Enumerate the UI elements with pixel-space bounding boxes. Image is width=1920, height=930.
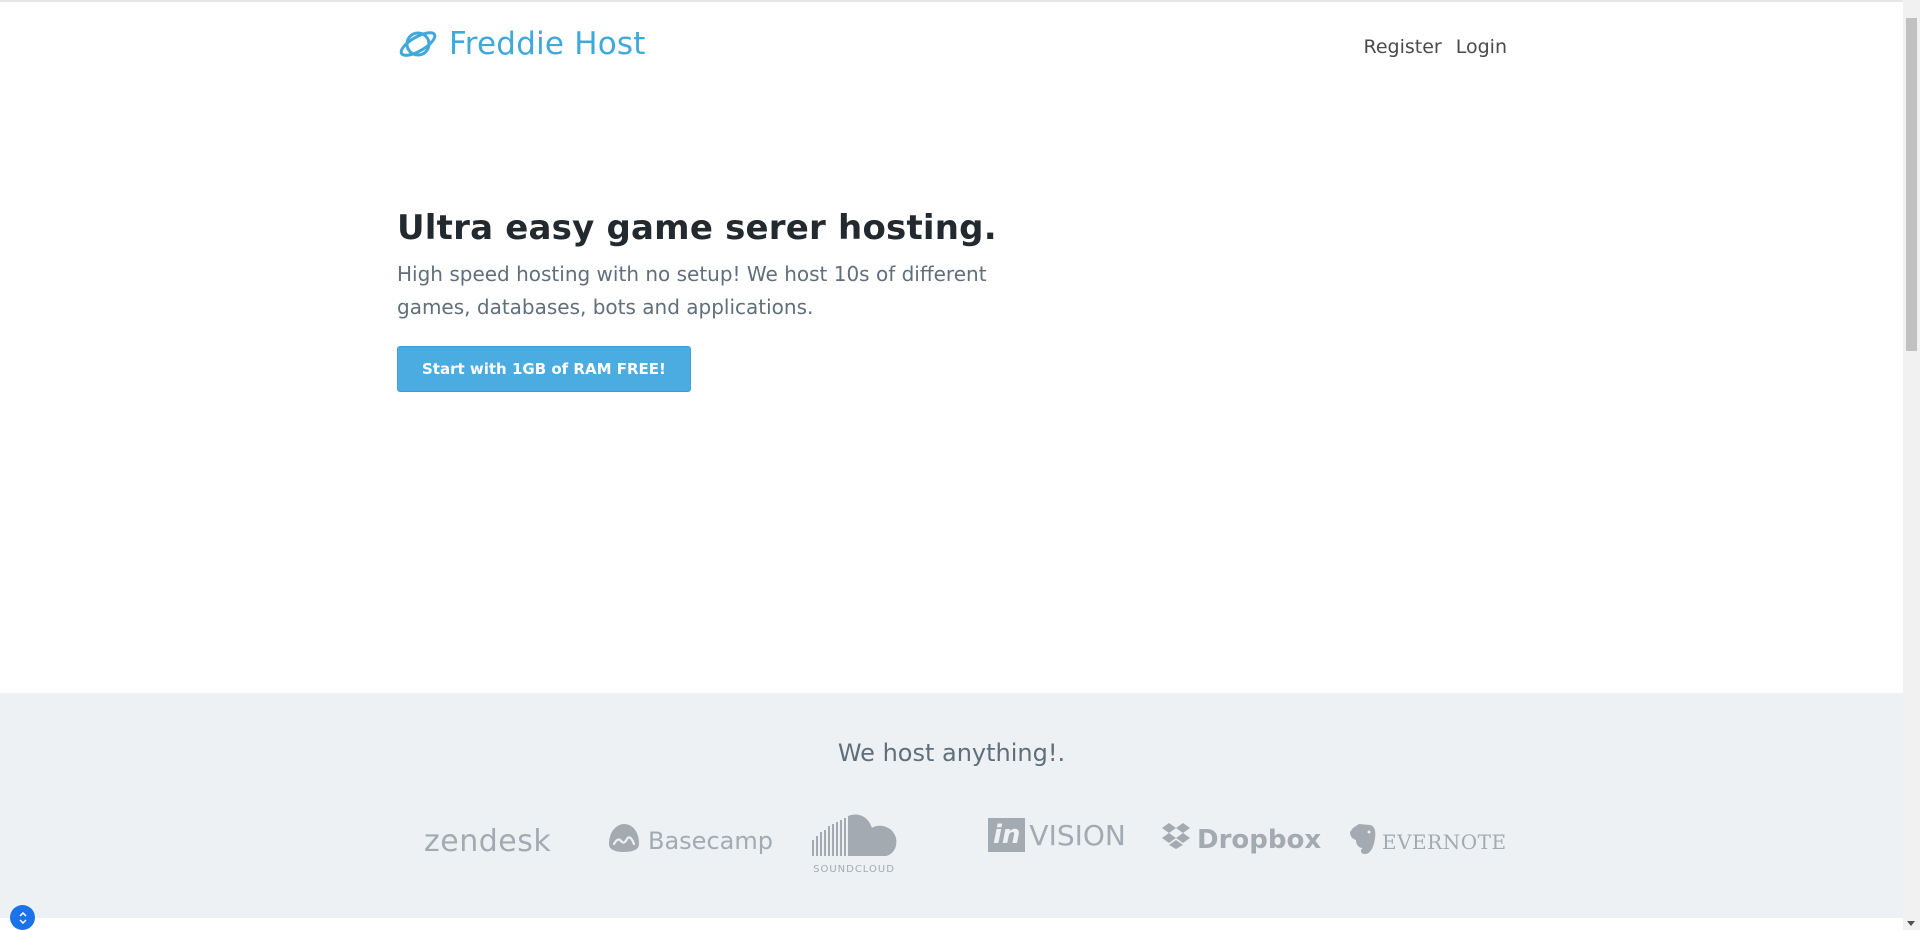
dropbox-logo: Dropbox	[1161, 822, 1321, 857]
elephant-icon	[1348, 822, 1378, 861]
top-border	[0, 0, 1903, 2]
dropbox-icon	[1161, 822, 1191, 857]
evernote-logo-text: EVERNOTE	[1382, 829, 1507, 854]
soundcloud-logo-text: SOUNDCLOUD	[813, 864, 895, 875]
nav-links: Register Login	[1364, 36, 1508, 58]
basecamp-logo-text: Basecamp	[648, 827, 773, 855]
scrollbar-thumb[interactable]	[1906, 18, 1917, 351]
soundcloud-icon	[810, 812, 898, 862]
logo-strip: zendesk Basecamp SOUNDCLOUD in VISION Dr…	[420, 814, 1506, 876]
register-link[interactable]: Register	[1364, 36, 1442, 58]
hero-section: Ultra easy game serer hosting. High spee…	[397, 208, 1017, 392]
start-free-button[interactable]: Start with 1GB of RAM FREE!	[397, 346, 691, 392]
invision-logo: in VISION	[988, 818, 1126, 852]
brand-link[interactable]: Freddie Host	[397, 26, 646, 62]
scroll-down-arrow-icon[interactable]	[1907, 921, 1915, 926]
zendesk-logo: zendesk	[424, 824, 551, 859]
zendesk-logo-text: zendesk	[424, 824, 552, 859]
invision-logo-text: VISION	[1029, 818, 1126, 852]
hero-subtitle: High speed hosting with no setup! We hos…	[397, 262, 987, 319]
invision-logo-box: in	[988, 818, 1026, 852]
page-scrollbar[interactable]	[1903, 0, 1920, 930]
soundcloud-logo: SOUNDCLOUD	[810, 812, 898, 875]
evernote-logo: EVERNOTE	[1348, 822, 1507, 861]
basecamp-icon	[606, 822, 642, 860]
brand-name: Freddie Host	[449, 26, 646, 62]
planet-icon	[397, 26, 439, 62]
showcase-title: We host anything!.	[837, 739, 1066, 767]
login-link[interactable]: Login	[1456, 36, 1507, 58]
dropbox-logo-text: Dropbox	[1197, 824, 1322, 855]
showcase-band: We host anything!. zendesk Basecamp SOUN…	[0, 693, 1903, 918]
navbar: Freddie Host Register Login	[397, 26, 1507, 70]
hero-title: Ultra easy game serer hosting.	[397, 208, 997, 248]
chat-widget-icon[interactable]	[10, 905, 35, 930]
basecamp-logo: Basecamp	[606, 822, 773, 860]
